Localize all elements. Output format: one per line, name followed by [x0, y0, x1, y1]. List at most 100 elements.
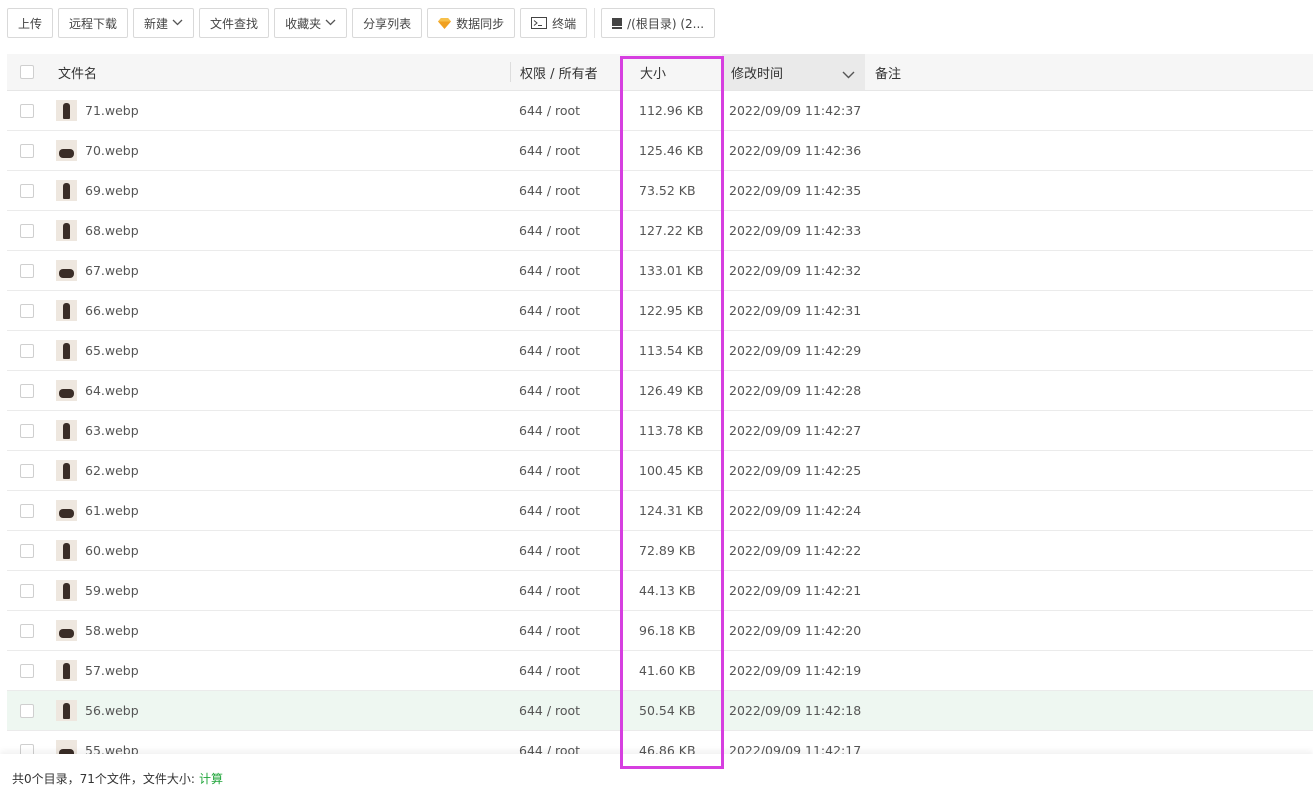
perm-cell[interactable]: 644 / root: [519, 171, 580, 210]
upload-button[interactable]: 上传: [7, 8, 54, 38]
row-checkbox[interactable]: [20, 183, 34, 198]
path-selector-button[interactable]: /(根目录) (2...: [601, 8, 716, 38]
row-checkbox[interactable]: [20, 663, 34, 678]
table-row[interactable]: 59.webp 644 / root 44.13 KB 2022/09/09 11:4…: [7, 571, 1313, 611]
name-cell[interactable]: 56.webp: [56, 691, 139, 730]
file-name[interactable]: 69.webp: [85, 183, 139, 198]
row-checkbox[interactable]: [20, 263, 34, 278]
share-list-button[interactable]: 分享列表: [352, 8, 423, 38]
table-row[interactable]: 61.webp 644 / root 124.31 KB 2022/09/09 11:…: [7, 491, 1313, 531]
perm-owner[interactable]: 644 / root: [519, 703, 580, 718]
file-name[interactable]: 67.webp: [85, 263, 139, 278]
name-cell[interactable]: 61.webp: [56, 491, 139, 530]
perm-cell[interactable]: 644 / root: [519, 211, 580, 250]
perm-owner[interactable]: 644 / root: [519, 263, 580, 278]
file-name[interactable]: 70.webp: [85, 143, 139, 158]
name-cell[interactable]: 69.webp: [56, 171, 139, 210]
name-cell[interactable]: 63.webp: [56, 411, 139, 450]
table-row[interactable]: 67.webp 644 / root 133.01 KB 2022/09/09 11:…: [7, 251, 1313, 291]
name-cell[interactable]: 65.webp: [56, 331, 139, 370]
name-cell[interactable]: 71.webp: [56, 91, 139, 130]
header-mtime[interactable]: 修改时间: [722, 54, 865, 90]
perm-owner[interactable]: 644 / root: [519, 623, 580, 638]
name-cell[interactable]: 68.webp: [56, 211, 139, 250]
file-name[interactable]: 56.webp: [85, 703, 139, 718]
row-checkbox[interactable]: [20, 343, 34, 358]
row-checkbox[interactable]: [20, 623, 34, 638]
perm-owner[interactable]: 644 / root: [519, 343, 580, 358]
new-button[interactable]: 新建: [133, 8, 195, 38]
file-name[interactable]: 57.webp: [85, 663, 139, 678]
perm-owner[interactable]: 644 / root: [519, 423, 580, 438]
perm-cell[interactable]: 644 / root: [519, 691, 580, 730]
file-search-button[interactable]: 文件查找: [199, 8, 270, 38]
header-name[interactable]: 文件名: [58, 54, 97, 90]
table-row[interactable]: 70.webp 644 / root 125.46 KB 2022/09/09 11:…: [7, 131, 1313, 171]
perm-owner[interactable]: 644 / root: [519, 583, 580, 598]
row-checkbox[interactable]: [20, 423, 34, 438]
perm-owner[interactable]: 644 / root: [519, 663, 580, 678]
perm-cell[interactable]: 644 / root: [519, 251, 580, 290]
file-name[interactable]: 58.webp: [85, 623, 139, 638]
name-cell[interactable]: 57.webp: [56, 651, 139, 690]
table-row[interactable]: 64.webp 644 / root 126.49 KB 2022/09/09 11:…: [7, 371, 1313, 411]
name-cell[interactable]: 62.webp: [56, 451, 139, 490]
name-cell[interactable]: 70.webp: [56, 131, 139, 170]
perm-cell[interactable]: 644 / root: [519, 571, 580, 610]
perm-owner[interactable]: 644 / root: [519, 143, 580, 158]
table-row[interactable]: 56.webp 644 / root 50.54 KB 2022/09/09 11:4…: [7, 691, 1313, 731]
perm-owner[interactable]: 644 / root: [519, 103, 580, 118]
perm-owner[interactable]: 644 / root: [519, 223, 580, 238]
row-checkbox[interactable]: [20, 543, 34, 558]
file-name[interactable]: 59.webp: [85, 583, 139, 598]
perm-cell[interactable]: 644 / root: [519, 131, 580, 170]
row-checkbox[interactable]: [20, 223, 34, 238]
favorites-button[interactable]: 收藏夹: [274, 8, 348, 38]
perm-cell[interactable]: 644 / root: [519, 491, 580, 530]
row-checkbox[interactable]: [20, 503, 34, 518]
perm-owner[interactable]: 644 / root: [519, 383, 580, 398]
table-row[interactable]: 66.webp 644 / root 122.95 KB 2022/09/09 11:…: [7, 291, 1313, 331]
name-cell[interactable]: 67.webp: [56, 251, 139, 290]
table-row[interactable]: 71.webp 644 / root 112.96 KB 2022/09/09 11:…: [7, 91, 1313, 131]
name-cell[interactable]: 59.webp: [56, 571, 139, 610]
perm-owner[interactable]: 644 / root: [519, 463, 580, 478]
row-checkbox[interactable]: [20, 143, 34, 158]
table-row[interactable]: 69.webp 644 / root 73.52 KB 2022/09/09 11:4…: [7, 171, 1313, 211]
file-name[interactable]: 65.webp: [85, 343, 139, 358]
remote-download-button[interactable]: 远程下载: [58, 8, 129, 38]
perm-owner[interactable]: 644 / root: [519, 543, 580, 558]
perm-cell[interactable]: 644 / root: [519, 651, 580, 690]
row-checkbox[interactable]: [20, 103, 34, 118]
perm-owner[interactable]: 644 / root: [519, 303, 580, 318]
perm-cell[interactable]: 644 / root: [519, 331, 580, 370]
table-row[interactable]: 60.webp 644 / root 72.89 KB 2022/09/09 11:4…: [7, 531, 1313, 571]
table-row[interactable]: 57.webp 644 / root 41.60 KB 2022/09/09 11:4…: [7, 651, 1313, 691]
file-name[interactable]: 62.webp: [85, 463, 139, 478]
file-name[interactable]: 61.webp: [85, 503, 139, 518]
name-cell[interactable]: 58.webp: [56, 611, 139, 650]
file-name[interactable]: 63.webp: [85, 423, 139, 438]
perm-cell[interactable]: 644 / root: [519, 531, 580, 570]
terminal-button[interactable]: 终端: [520, 8, 588, 38]
file-name[interactable]: 68.webp: [85, 223, 139, 238]
table-row[interactable]: 68.webp 644 / root 127.22 KB 2022/09/09 11:…: [7, 211, 1313, 251]
name-cell[interactable]: 60.webp: [56, 531, 139, 570]
sort-chevron-icon[interactable]: [842, 68, 855, 83]
file-name[interactable]: 71.webp: [85, 103, 139, 118]
file-name[interactable]: 64.webp: [85, 383, 139, 398]
table-row[interactable]: 58.webp 644 / root 96.18 KB 2022/09/09 11:4…: [7, 611, 1313, 651]
perm-cell[interactable]: 644 / root: [519, 291, 580, 330]
calculate-size-link[interactable]: 计算: [199, 770, 223, 787]
row-checkbox[interactable]: [20, 703, 34, 718]
data-sync-button[interactable]: 数据同步: [427, 8, 516, 38]
perm-cell[interactable]: 644 / root: [519, 411, 580, 450]
perm-cell[interactable]: 644 / root: [519, 91, 580, 130]
file-name[interactable]: 60.webp: [85, 543, 139, 558]
perm-cell[interactable]: 644 / root: [519, 371, 580, 410]
header-perm[interactable]: 权限 / 所有者: [520, 54, 598, 90]
select-all-checkbox[interactable]: [20, 65, 34, 79]
name-cell[interactable]: 66.webp: [56, 291, 139, 330]
row-checkbox[interactable]: [20, 583, 34, 598]
perm-owner[interactable]: 644 / root: [519, 503, 580, 518]
